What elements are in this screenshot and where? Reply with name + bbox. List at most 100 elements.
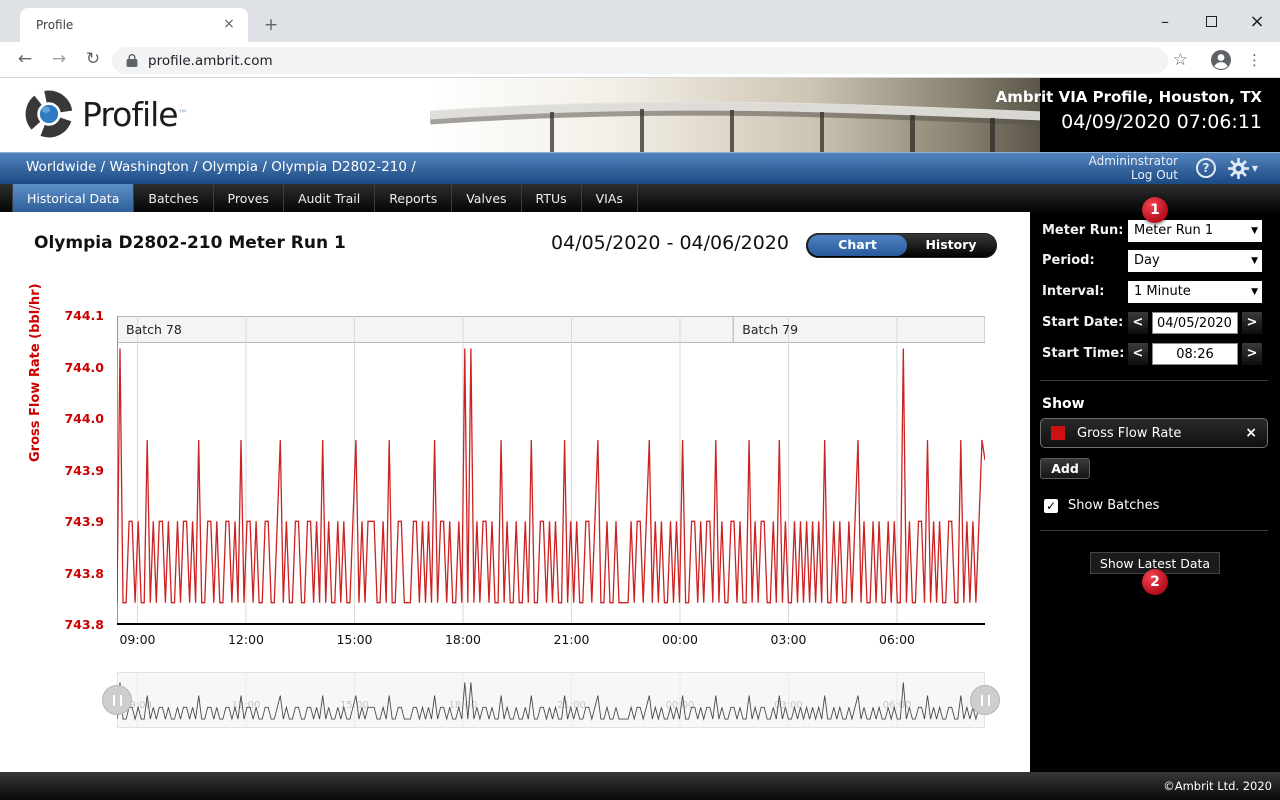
logout-link[interactable]: Log Out — [1089, 168, 1178, 182]
batch-label: Batch 79 — [742, 322, 798, 337]
start-time-next-button[interactable]: > — [1242, 343, 1262, 365]
browser-titlebar: Profile × + – × — [0, 0, 1280, 42]
navigator-left-handle[interactable] — [102, 685, 132, 715]
y-tick-label: 743.8 — [64, 617, 104, 632]
url-text: profile.ambrit.com — [148, 52, 273, 69]
tab-rtus[interactable]: RTUs — [522, 184, 582, 212]
tab-batches[interactable]: Batches — [134, 184, 214, 212]
meter-run-label: Meter Run: — [1042, 223, 1124, 238]
settings-menu[interactable]: ▼ — [1227, 158, 1258, 179]
tab-close-icon[interactable]: × — [220, 16, 238, 34]
meter-run-select[interactable]: Meter Run 1 ▼ — [1128, 220, 1262, 242]
start-date-prev-button[interactable]: < — [1128, 312, 1148, 334]
tab-audit-trail[interactable]: Audit Trail — [284, 184, 376, 212]
start-time-prev-button[interactable]: < — [1128, 343, 1148, 365]
x-tick-label: 06:00 — [878, 632, 915, 647]
forward-button[interactable]: → — [46, 47, 72, 73]
profile-avatar-icon[interactable] — [1210, 47, 1232, 73]
chevron-down-icon: ▼ — [1251, 256, 1258, 266]
username-text: Admininstrator — [1088, 154, 1178, 168]
minimize-button[interactable]: – — [1142, 0, 1188, 42]
close-button[interactable]: × — [1234, 0, 1280, 42]
browser-menu-icon[interactable]: ⋮ — [1247, 47, 1262, 73]
tab-historical-data[interactable]: Historical Data — [12, 184, 135, 212]
remove-series-icon[interactable]: × — [1245, 425, 1257, 441]
x-tick-label: 03:00 — [770, 632, 807, 647]
toggle-history[interactable]: History — [907, 233, 995, 258]
start-date-next-button[interactable]: > — [1242, 312, 1262, 334]
chevron-down-icon: ▼ — [1251, 226, 1258, 236]
profile-logo-icon — [25, 90, 73, 138]
divider — [1040, 380, 1268, 381]
app-header: Profile ™ Ambrit VIA Profile, Houston, TX… — [0, 78, 1280, 152]
browser-tab[interactable]: Profile × — [20, 8, 248, 42]
divider — [1040, 530, 1268, 531]
series-line-gross-flow-rate — [116, 348, 986, 604]
maximize-button[interactable] — [1188, 0, 1234, 42]
toggle-chart[interactable]: Chart — [808, 233, 907, 258]
x-tick-label: 12:00 — [227, 632, 264, 647]
y-tick-label: 744.1 — [64, 308, 104, 323]
control-sidebar: Meter Run: Meter Run 1 ▼ Period: Day ▼ I… — [1030, 212, 1280, 772]
logo-trademark: ™ — [177, 108, 188, 120]
back-button[interactable]: ← — [12, 47, 38, 73]
start-date-label: Start Date: — [1042, 315, 1124, 330]
y-axis-ticks: 744.1 744.0 744.0 743.9 743.9 743.8 743.8 — [58, 308, 110, 632]
address-bar[interactable]: profile.ambrit.com — [112, 47, 1168, 74]
tab-vias[interactable]: VIAs — [582, 184, 638, 212]
add-series-button[interactable]: Add — [1040, 458, 1090, 479]
annotation-badge-2: 2 — [1142, 569, 1168, 595]
period-label: Period: — [1042, 253, 1095, 268]
series-color-swatch — [1051, 426, 1065, 440]
batch-label: Batch 78 — [126, 322, 182, 337]
maximize-icon — [1205, 15, 1217, 27]
y-tick-label: 744.0 — [64, 359, 104, 375]
y-axis-title: Gross Flow Rate (bbl/hr) — [28, 283, 43, 462]
checkbox-checked-icon[interactable]: ✓ — [1044, 498, 1058, 513]
navigator-right-handle[interactable] — [970, 685, 1000, 715]
breadcrumb[interactable]: Worldwide / Washington / Olympia / Olymp… — [26, 159, 416, 175]
x-tick-label: 18:00 — [444, 632, 481, 647]
browser-tab-title: Profile — [36, 18, 74, 32]
reload-button[interactable]: ↻ — [80, 47, 106, 73]
browser-window: Profile × + – × ← → ↻ profile.ambrit.com… — [0, 0, 1280, 800]
footer-bar: ©Ambrit Ltd. 2020 — [0, 772, 1280, 800]
show-batches-label: Show Batches — [1068, 498, 1160, 513]
annotation-badge-1: 1 — [1142, 197, 1168, 223]
x-tick-label: 15:00 — [336, 632, 373, 647]
handle-grip-icon — [980, 694, 990, 706]
x-tick-label: 09:00 — [119, 632, 156, 647]
logo-wordmark: Profile — [82, 94, 179, 134]
start-date-input[interactable] — [1152, 312, 1238, 334]
profile-logo: Profile ™ — [24, 89, 188, 139]
site-location-title: Ambrit VIA Profile, Houston, TX — [995, 88, 1262, 106]
page-title: Olympia D2802-210 Meter Run 1 — [34, 233, 346, 253]
show-heading: Show — [1042, 396, 1085, 412]
interval-label: Interval: — [1042, 284, 1105, 299]
new-tab-button[interactable]: + — [260, 15, 282, 37]
date-range-label: 04/05/2020 - 04/06/2020 — [551, 232, 789, 254]
start-time-input[interactable] — [1152, 343, 1238, 365]
chevron-down-icon: ▼ — [1251, 287, 1258, 297]
lock-icon — [126, 53, 138, 68]
interval-select[interactable]: 1 Minute ▼ — [1128, 281, 1262, 303]
chart-plot-area: Batch 78 Batch 79 — [116, 316, 986, 625]
tab-valves[interactable]: Valves — [452, 184, 522, 212]
gear-icon — [1227, 158, 1249, 179]
x-tick-label: 21:00 — [553, 632, 590, 647]
tab-reports[interactable]: Reports — [375, 184, 453, 212]
tab-proves[interactable]: Proves — [214, 184, 284, 212]
chart-history-toggle: Chart History — [806, 233, 997, 258]
x-axis-ticks: 09:00 12:00 15:00 18:00 21:00 00:00 03:00 06:00 — [117, 632, 985, 648]
help-icon[interactable]: ? — [1196, 158, 1216, 178]
batch-band — [116, 316, 734, 343]
period-select[interactable]: Day ▼ — [1128, 250, 1262, 272]
legend-item-gross-flow-rate[interactable]: Gross Flow Rate × — [1040, 418, 1268, 448]
chart-navigator: 09:00 12:00 15:00 18:00 21:00 00:00 03:00 06:00 — [102, 672, 1000, 728]
bookmark-star-icon[interactable]: ☆ — [1173, 47, 1188, 73]
x-tick-label: 00:00 — [661, 632, 698, 647]
show-batches-checkbox-row[interactable]: ✓ Show Batches — [1044, 498, 1159, 513]
y-tick-label: 743.8 — [64, 565, 104, 581]
y-tick-label: 743.9 — [64, 514, 104, 529]
start-time-label: Start Time: — [1042, 346, 1125, 361]
